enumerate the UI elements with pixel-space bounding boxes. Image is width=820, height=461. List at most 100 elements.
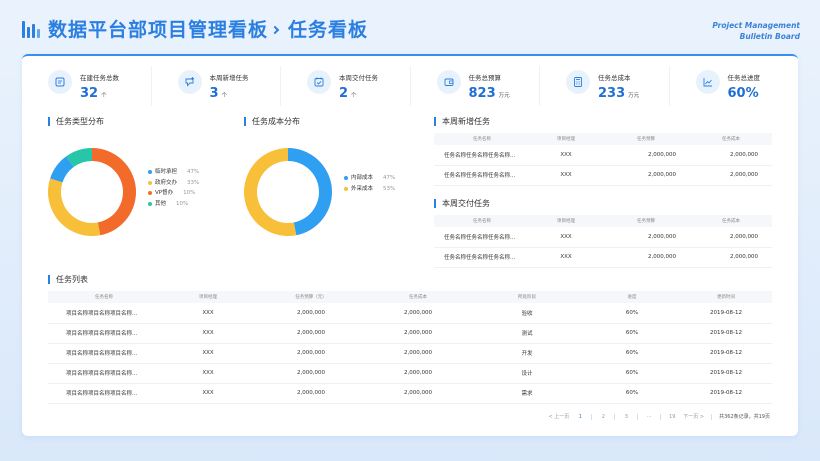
next-page-button[interactable]: 下一页 > xyxy=(683,413,704,420)
stage-cell: 设计 xyxy=(470,363,584,384)
project-name-cell: 项目名称项目名称项目名称... xyxy=(48,363,160,384)
page-2-button[interactable]: 2 xyxy=(599,414,607,420)
dashboard-card: 在建任务总数 32 个 本周新增任务 3个 本周交付任务 2个 任务总预算 823… xyxy=(22,54,798,436)
manager-cell: XXX xyxy=(160,343,256,364)
page-19-button[interactable]: 19 xyxy=(668,414,676,420)
subtitle-line-1: Project Management xyxy=(712,21,800,30)
stat-value: 3个 xyxy=(209,86,228,101)
column-header: 项目经理 xyxy=(530,215,602,227)
legend-swatch xyxy=(344,186,348,191)
section-title-cost-dist: 任务成本分布 xyxy=(244,117,300,126)
stat-total-budget: 任务总预算 823 万元 xyxy=(411,66,540,106)
list-icon xyxy=(48,70,72,94)
legend-item: 其他 10% xyxy=(148,199,199,210)
table-row[interactable]: 任务名称任务名称任务名称... XXX 2,000,000 2,000,000 xyxy=(434,165,772,186)
stage-cell: 测试 xyxy=(470,323,584,344)
stat-label: 本周交付任务 xyxy=(339,74,378,82)
stat-active-tasks: 在建任务总数 32 个 xyxy=(22,66,152,106)
stat-label: 本周新增任务 xyxy=(209,74,249,82)
column-header: 项目经理 xyxy=(160,291,256,303)
divider xyxy=(660,413,662,420)
manager-cell: XXX xyxy=(160,303,256,324)
project-name-cell: 项目名称项目名称项目名称... xyxy=(48,383,160,404)
column-header: 任务成本 xyxy=(366,291,470,303)
budget-cell: 2,000,000 xyxy=(256,323,366,344)
table-row[interactable]: 项目名称项目名称项目名称... XXX 2,000,000 2,000,000 … xyxy=(48,383,772,404)
manager-cell: XXX xyxy=(530,227,602,248)
updated-time-cell: 2019-08-12 xyxy=(680,363,772,384)
updated-time-cell: 2019-08-12 xyxy=(680,383,772,404)
legend-swatch xyxy=(148,170,152,175)
cost-cell: 2,000,000 xyxy=(690,145,772,166)
table-row[interactable]: 任务名称任务名称任务名称... XXX 2,000,000 2,000,000 xyxy=(434,145,772,166)
table-row[interactable]: 任务名称任务名称任务名称... XXX 2,000,000 2,000,000 xyxy=(434,247,772,268)
legend-item: 临时承担 47% xyxy=(148,167,199,178)
column-header: 任务成本 xyxy=(690,133,772,145)
task-name-cell: 任务名称任务名称任务名称... xyxy=(434,165,530,186)
table-row[interactable]: 项目名称项目名称项目名称... XXX 2,000,000 2,000,000 … xyxy=(48,323,772,344)
column-header: 任务预算 xyxy=(602,215,690,227)
page-3-button[interactable]: 3 xyxy=(622,414,630,420)
cost-cell: 2,000,000 xyxy=(366,383,470,404)
divider xyxy=(614,413,616,420)
column-header: 任务名称 xyxy=(434,215,530,227)
budget-cell: 2,000,000 xyxy=(602,145,690,166)
table-row[interactable]: 任务名称任务名称任务名称... XXX 2,000,000 2,000,000 xyxy=(434,227,772,248)
progress-cell: 60% xyxy=(584,363,680,384)
cost-cell: 2,000,000 xyxy=(690,247,772,268)
section-title-task-list: 任务列表 xyxy=(48,275,88,284)
table-row[interactable]: 项目名称项目名称项目名称... XXX 2,000,000 2,000,000 … xyxy=(48,343,772,364)
task-type-legend: 临时承担 47% 政府交办 33% VP督办 10% 其他 10% xyxy=(148,167,199,209)
stat-value: 32 个 xyxy=(80,86,107,101)
column-header: 任务名称 xyxy=(434,133,530,145)
section-title-type-dist: 任务类型分布 xyxy=(48,117,104,126)
donut-slice-2 xyxy=(244,148,297,236)
column-header: 更新时间 xyxy=(680,291,772,303)
section-title-weekly-delivered: 本周交付任务 xyxy=(434,199,490,208)
table-header-row: 任务名称 项目经理 任务预算 任务成本 xyxy=(434,133,772,145)
subtitle-line-2: Bulletin Board xyxy=(739,32,800,41)
calendar-check-icon xyxy=(307,70,331,94)
cost-cell: 2,000,000 xyxy=(366,303,470,324)
stat-value: 2个 xyxy=(339,86,357,101)
manager-cell: XXX xyxy=(530,145,602,166)
stat-total-cost: 任务总成本 233 万元 xyxy=(540,66,670,106)
stat-value: 233 万元 xyxy=(598,86,640,101)
divider xyxy=(591,413,593,420)
cost-cell: 2,000,000 xyxy=(366,363,470,384)
pagination: < 上一页 1 2 3 ··· 19 下一页 > 共362条记录，共19页 xyxy=(542,413,770,420)
column-header: 任务名称 xyxy=(48,291,160,303)
legend-item: 内部成本 47% xyxy=(344,173,395,184)
trend-chart-icon xyxy=(695,70,720,94)
budget-cell: 2,000,000 xyxy=(256,343,366,364)
table-row[interactable]: 项目名称项目名称项目名称... XXX 2,000,000 2,000,000 … xyxy=(48,303,772,324)
weekly-new-table: 任务名称 项目经理 任务预算 任务成本 任务名称任务名称任务名称... XXX … xyxy=(434,133,772,186)
stat-label: 在建任务总数 xyxy=(80,74,119,82)
stat-weekly-new: 本周新增任务 3个 xyxy=(152,66,281,106)
stat-label: 任务总预算 xyxy=(468,74,502,82)
project-name-cell: 项目名称项目名称项目名称... xyxy=(48,303,160,324)
task-cost-legend: 内部成本 47% 外采成本 53% xyxy=(344,173,395,194)
column-header: 任务预算 xyxy=(602,133,690,145)
page-title: 数据平台部项目管理看板 任务看板 xyxy=(48,16,368,44)
manager-cell: XXX xyxy=(160,323,256,344)
page-header: 数据平台部项目管理看板 任务看板 Project Management Bulle… xyxy=(0,0,820,56)
legend-swatch xyxy=(344,176,348,181)
column-header: 项目经理 xyxy=(530,133,602,145)
manager-cell: XXX xyxy=(160,363,256,384)
column-header: 进度 xyxy=(584,291,680,303)
page-1-button[interactable]: 1 xyxy=(576,414,584,420)
legend-swatch xyxy=(148,201,152,206)
table-row[interactable]: 项目名称项目名称项目名称... XXX 2,000,000 2,000,000 … xyxy=(48,363,772,384)
donut-slice-2 xyxy=(47,178,101,236)
cost-cell: 2,000,000 xyxy=(366,323,470,344)
prev-page-button[interactable]: < 上一页 xyxy=(549,413,570,420)
budget-cell: 2,000,000 xyxy=(256,303,366,324)
budget-cell: 2,000,000 xyxy=(256,383,366,404)
title-main: 数据平台部项目管理看板 xyxy=(48,19,269,41)
table-header-row: 任务名称 项目经理 任务预算（元） 任务成本 所处阶段 进度 更新时间 xyxy=(48,291,772,303)
divider xyxy=(711,413,713,420)
calculator-icon xyxy=(566,70,590,94)
stat-total-progress: 任务总进度 60% xyxy=(670,66,799,106)
stage-cell: 需求 xyxy=(470,383,584,404)
